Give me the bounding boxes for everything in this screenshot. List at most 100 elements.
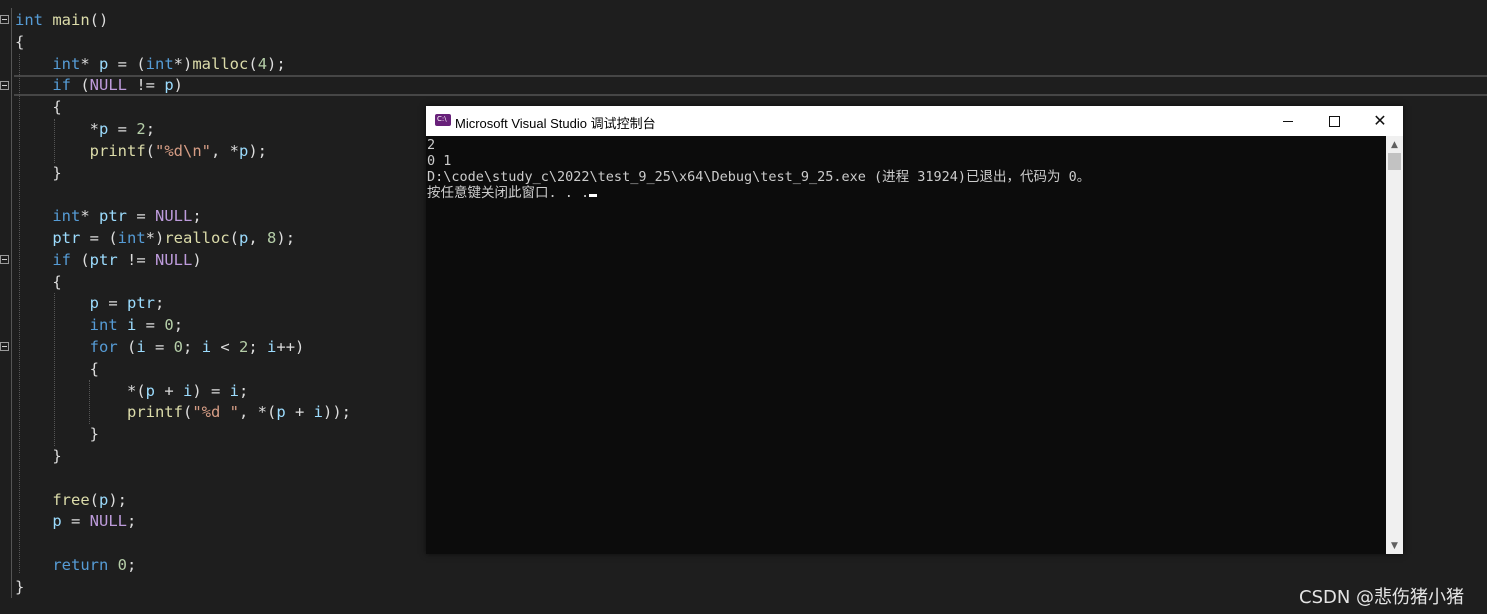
code-token: "%d " bbox=[192, 403, 239, 422]
code-token: p bbox=[276, 403, 286, 422]
code-token: != bbox=[127, 76, 165, 95]
scroll-down-arrow-icon[interactable]: ▼ bbox=[1386, 537, 1403, 554]
code-token: ptr bbox=[127, 294, 155, 313]
code-token: main bbox=[52, 11, 90, 29]
code-line: free(p); bbox=[15, 490, 351, 512]
code-token: + bbox=[285, 403, 314, 422]
code-token: ( bbox=[117, 337, 137, 356]
code-token: 0 bbox=[164, 316, 174, 335]
code-line: printf("%d ", *(p + i)); bbox=[15, 402, 351, 424]
code-token: "%d\n" bbox=[155, 141, 211, 160]
code-token: 2 bbox=[239, 337, 249, 356]
code-line: int* p = (int*)malloc(4); bbox=[15, 54, 351, 76]
fold-toggle-for-icon[interactable] bbox=[0, 342, 9, 351]
code-token: 4 bbox=[257, 54, 268, 73]
maximize-icon bbox=[1328, 115, 1340, 127]
code-token: int bbox=[117, 228, 146, 247]
code-token: * bbox=[80, 54, 99, 73]
fold-toggle-if-null-icon[interactable] bbox=[0, 81, 9, 90]
code-token: ( bbox=[229, 228, 239, 247]
code-token: = bbox=[108, 119, 137, 138]
minimize-icon bbox=[1283, 120, 1293, 122]
code-line: { bbox=[15, 359, 351, 381]
code-token: NULL bbox=[89, 76, 127, 95]
code-line: int* ptr = NULL; bbox=[15, 206, 351, 228]
code-line: *p = 2; bbox=[15, 119, 351, 141]
code-token: i bbox=[183, 381, 193, 400]
code-line: *(p + i) = i; bbox=[15, 381, 351, 403]
code-line: } bbox=[15, 424, 351, 446]
code-token: = bbox=[61, 512, 90, 531]
code-token: p bbox=[239, 228, 249, 247]
scroll-thumb[interactable] bbox=[1388, 153, 1401, 170]
code-token: } bbox=[15, 163, 62, 182]
code-line: int i = 0; bbox=[15, 315, 351, 337]
console-output-area[interactable]: 2 0 1 D:\code\study_c\2022\test_9_25\x64… bbox=[426, 136, 1386, 554]
console-output-line: 0 1 bbox=[427, 153, 452, 169]
code-line: for (i = 0; i < 2; i++) bbox=[15, 337, 351, 359]
code-line: } bbox=[15, 446, 351, 468]
code-token: ; bbox=[192, 207, 202, 226]
code-token: 0 bbox=[173, 337, 184, 356]
minimize-button[interactable] bbox=[1265, 106, 1311, 136]
code-token: ; bbox=[155, 294, 165, 313]
code-token: 0 bbox=[117, 555, 128, 574]
code-token: ); bbox=[267, 54, 286, 73]
code-token: = ( bbox=[108, 54, 146, 73]
code-line: if (NULL != p) bbox=[15, 75, 351, 97]
code-token: realloc bbox=[164, 228, 230, 247]
code-token: + bbox=[155, 381, 183, 400]
close-icon: ✕ bbox=[1373, 111, 1387, 130]
code-token: int bbox=[89, 316, 118, 335]
code-token: if bbox=[52, 76, 71, 95]
code-token: p bbox=[164, 76, 174, 95]
code-token: 2 bbox=[136, 119, 146, 138]
code-line: ​ bbox=[15, 184, 351, 206]
code-token: = bbox=[127, 207, 155, 226]
code-token: ); bbox=[248, 141, 268, 160]
fold-toggle-main-icon[interactable] bbox=[0, 15, 9, 24]
code-token: ( bbox=[248, 54, 258, 73]
code-token: = bbox=[99, 294, 127, 313]
code-token: NULL bbox=[155, 207, 193, 226]
code-text[interactable]: int main(){ int* p = (int*)malloc(4); if… bbox=[15, 10, 351, 599]
code-token: int bbox=[52, 207, 81, 226]
code-token: malloc bbox=[192, 54, 249, 73]
code-token: i bbox=[313, 403, 324, 422]
code-token: p bbox=[89, 294, 99, 313]
code-token: , bbox=[248, 228, 268, 247]
console-output: 2 0 1 D:\code\study_c\2022\test_9_25\x64… bbox=[427, 137, 1090, 201]
code-token: ptr bbox=[52, 228, 81, 247]
debug-console-window[interactable]: C:\ Microsoft Visual Studio 调试控制台 ✕ 2 0 … bbox=[426, 106, 1403, 554]
code-token: } bbox=[15, 425, 99, 444]
code-token: int bbox=[15, 11, 43, 29]
console-titlebar[interactable]: C:\ Microsoft Visual Studio 调试控制台 ✕ bbox=[426, 106, 1403, 136]
maximize-button[interactable] bbox=[1311, 106, 1357, 136]
code-token: ) bbox=[173, 76, 184, 95]
code-token: } bbox=[15, 446, 62, 465]
fold-toggle-if-ptr-icon[interactable] bbox=[0, 255, 9, 264]
close-button[interactable]: ✕ bbox=[1357, 106, 1403, 136]
code-token: printf bbox=[89, 141, 146, 160]
console-scrollbar[interactable]: ▲ ▼ bbox=[1386, 136, 1403, 554]
outline-margin-line bbox=[11, 8, 12, 598]
code-line: ptr = (int*)realloc(p, 8); bbox=[15, 228, 351, 250]
code-token: )); bbox=[323, 403, 352, 422]
code-token: ) = bbox=[192, 381, 230, 400]
code-line: printf("%d\n", *p); bbox=[15, 141, 351, 163]
code-token: { bbox=[15, 32, 25, 51]
code-token: , *( bbox=[239, 403, 277, 422]
scroll-up-arrow-icon[interactable]: ▲ bbox=[1386, 136, 1403, 153]
code-token: i bbox=[136, 337, 146, 356]
code-token: ( bbox=[71, 250, 90, 269]
code-token: i bbox=[127, 316, 137, 335]
code-token: = bbox=[136, 316, 165, 335]
code-line: p = ptr; bbox=[15, 293, 351, 315]
code-token: ; bbox=[145, 119, 156, 138]
